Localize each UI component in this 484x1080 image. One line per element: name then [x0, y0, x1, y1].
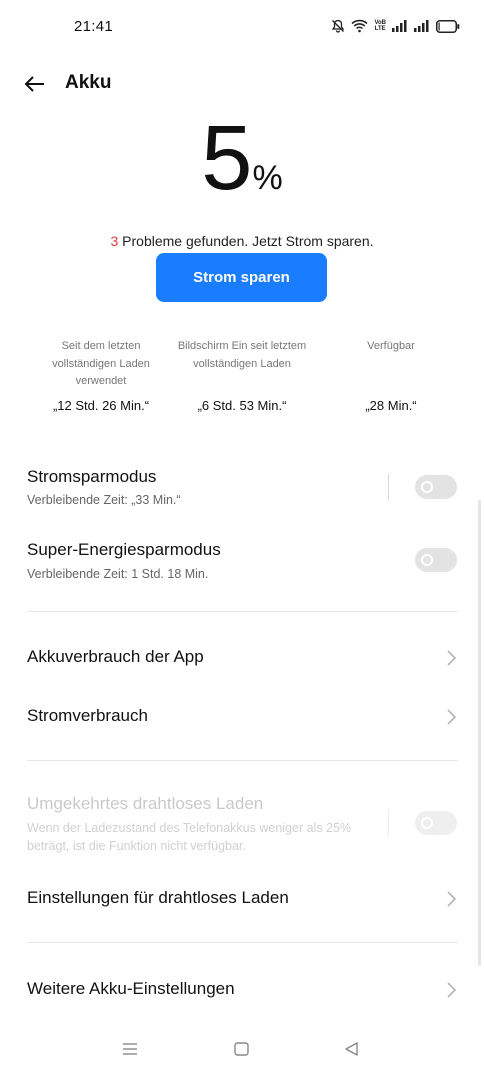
toggle-knob	[421, 554, 433, 566]
signal-icon	[414, 20, 429, 32]
status-bar: 21:41 VoB LTE	[0, 0, 484, 52]
vertical-divider	[387, 474, 389, 500]
chevron-right-icon	[447, 709, 457, 725]
battery-stats: Seit dem letzten vollständigen Laden ver…	[0, 338, 484, 428]
more-battery-settings-row[interactable]: Weitere Akku-Einstellungen	[0, 967, 484, 1013]
battery-percentage: 5%	[0, 108, 484, 208]
stat-used-since-charge: Seit dem letzten vollständigen Laden ver…	[21, 338, 181, 413]
chevron-right-icon	[447, 982, 457, 998]
power-consumption-title: Stromverbrauch	[27, 706, 148, 725]
page-title: Akku	[65, 72, 112, 93]
section-divider	[27, 942, 458, 943]
battery-percent-unit: %	[252, 159, 283, 197]
toggle-knob	[421, 481, 433, 493]
scrollbar[interactable]	[478, 500, 481, 966]
battery-percent-value: 5	[201, 107, 253, 209]
stat-value: „6 Std. 53 Min.“	[197, 398, 287, 413]
power-saving-mode-remaining: Verbleibende Zeit: „33 Min.“	[27, 493, 181, 507]
stat-label: Verfügbar	[367, 340, 415, 352]
power-saving-mode-row[interactable]: Stromsparmodus Verbleibende Zeit: „33 Mi…	[0, 462, 484, 522]
home-icon[interactable]	[234, 1042, 249, 1056]
save-power-button[interactable]: Strom sparen	[156, 253, 327, 302]
wifi-icon	[351, 19, 368, 33]
stat-label: Bildschirm Ein seit letztem vollständige…	[177, 340, 307, 370]
super-power-saving-row[interactable]: Super-Energiesparmodus Verbleibende Zeit…	[0, 535, 484, 595]
section-divider	[27, 760, 458, 761]
power-saving-mode-toggle[interactable]	[415, 475, 457, 499]
wireless-charging-settings-title: Einstellungen für drahtloses Laden	[27, 888, 289, 907]
reverse-wireless-charging-row: Umgekehrtes drahtloses Laden Wenn der La…	[0, 790, 484, 860]
app-battery-usage-row[interactable]: Akkuverbrauch der App	[0, 635, 484, 681]
vertical-divider	[387, 810, 389, 836]
stat-label: Seit dem letzten vollständigen Laden ver…	[52, 340, 150, 387]
volte-bottom-label: LTE	[374, 26, 386, 32]
more-battery-settings-title: Weitere Akku-Einstellungen	[27, 979, 235, 998]
wireless-charging-settings-row[interactable]: Einstellungen für drahtloses Laden	[0, 876, 484, 922]
back-arrow-icon[interactable]	[22, 71, 48, 97]
power-consumption-row[interactable]: Stromverbrauch	[0, 694, 484, 740]
signal-icon	[392, 20, 407, 32]
status-icons: VoB LTE	[331, 18, 460, 34]
header: Akku	[0, 62, 484, 106]
problems-found-text: 3 Probleme gefunden. Jetzt Strom sparen.	[0, 233, 484, 249]
section-divider	[27, 611, 458, 612]
toggle-knob	[421, 817, 433, 829]
super-power-saving-remaining: Verbleibende Zeit: 1 Std. 18 Min.	[27, 567, 209, 581]
problems-message: Probleme gefunden. Jetzt Strom sparen.	[118, 233, 374, 249]
app-battery-usage-title: Akkuverbrauch der App	[27, 647, 204, 666]
reverse-wireless-charging-title: Umgekehrtes drahtloses Laden	[27, 794, 264, 813]
super-power-saving-title: Super-Energiesparmodus	[27, 540, 221, 559]
stat-value: „28 Min.“	[365, 398, 417, 413]
reverse-wireless-charging-toggle	[415, 811, 457, 835]
bell-off-icon	[332, 19, 345, 33]
volte-icon: VoB LTE	[374, 20, 386, 32]
status-time: 21:41	[74, 18, 114, 35]
stat-value: „12 Std. 26 Min.“	[52, 398, 150, 413]
chevron-right-icon	[447, 650, 457, 666]
stat-available: Verfügbar „28 Min.“	[311, 338, 471, 413]
reverse-wireless-charging-description: Wenn der Ladezustand des Telefonakkus we…	[27, 821, 352, 853]
power-saving-mode-title: Stromsparmodus	[27, 467, 157, 486]
menu-icon[interactable]	[122, 1042, 138, 1056]
super-power-saving-toggle[interactable]	[415, 548, 457, 572]
stat-screen-on: Bildschirm Ein seit letztem vollständige…	[162, 338, 322, 413]
navigation-bar	[0, 1024, 484, 1080]
back-triangle-icon[interactable]	[344, 1042, 359, 1056]
chevron-right-icon	[447, 891, 457, 907]
battery-icon	[436, 19, 460, 33]
